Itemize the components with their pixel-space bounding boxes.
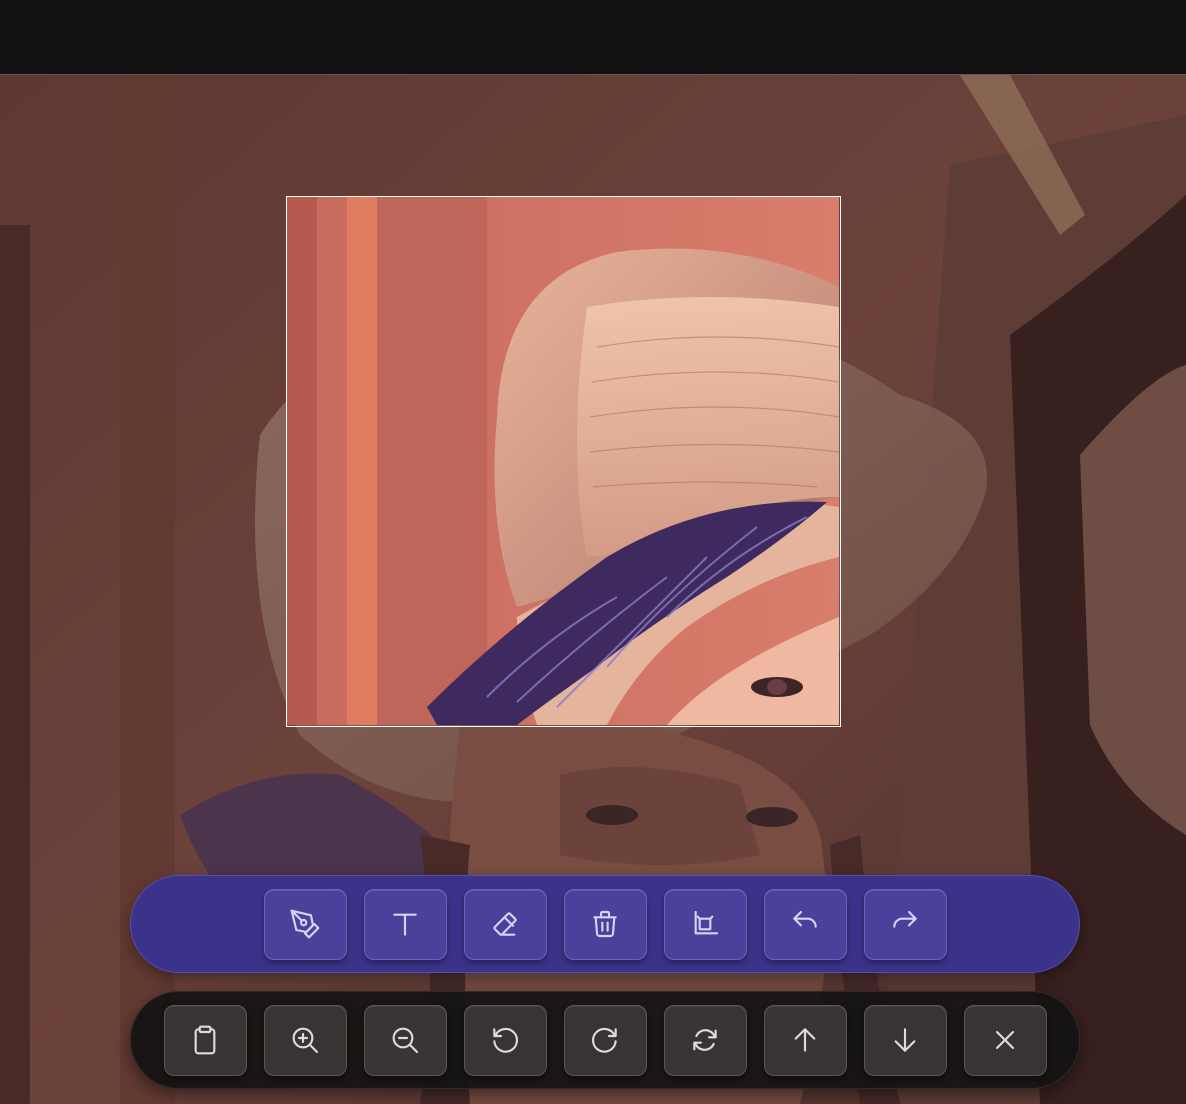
zoom-out-button[interactable]: Zoom out (363, 1004, 447, 1076)
trash-icon (589, 908, 621, 940)
close-button[interactable]: Close (963, 1004, 1047, 1076)
crop-tool-button[interactable]: Crop (663, 888, 747, 960)
rotate-left-button[interactable]: Rotate left (463, 1004, 547, 1076)
delete-button[interactable]: Delete (563, 888, 647, 960)
crop-icon (689, 908, 721, 940)
next-button[interactable]: Next (863, 1004, 947, 1076)
text-icon (389, 908, 421, 940)
zoom-in-button[interactable]: Zoom in (263, 1004, 347, 1076)
cropped-photo (287, 197, 839, 725)
clipboard-icon (189, 1024, 221, 1056)
view-toolbar: Copy to clipboard Zoom in Zoom out Rotat… (130, 991, 1080, 1089)
undo-icon (789, 908, 821, 940)
zoom-in-icon (289, 1024, 321, 1056)
zoom-out-icon (389, 1024, 421, 1056)
redo-icon (889, 908, 921, 940)
arrow-down-icon (889, 1024, 921, 1056)
pen-tool-button[interactable]: Draw (263, 888, 347, 960)
rotate-left-icon (489, 1024, 521, 1056)
eraser-tool-button[interactable]: Erase (463, 888, 547, 960)
reset-button[interactable]: Reset (663, 1004, 747, 1076)
pen-icon (289, 908, 321, 940)
text-tool-button[interactable]: Text (363, 888, 447, 960)
undo-button[interactable]: Undo (763, 888, 847, 960)
copy-button[interactable]: Copy to clipboard (163, 1004, 247, 1076)
redo-button[interactable]: Redo (863, 888, 947, 960)
eraser-icon (489, 908, 521, 940)
crop-selection[interactable] (286, 196, 841, 727)
refresh-icon (689, 1024, 721, 1056)
arrow-up-icon (789, 1024, 821, 1056)
previous-button[interactable]: Previous (763, 1004, 847, 1076)
rotate-right-button[interactable]: Rotate right (563, 1004, 647, 1076)
rotate-right-icon (589, 1024, 621, 1056)
edit-toolbar: Draw Text Erase Delete Crop Undo Redo (130, 875, 1080, 973)
top-bar (0, 0, 1186, 75)
close-icon (989, 1024, 1021, 1056)
